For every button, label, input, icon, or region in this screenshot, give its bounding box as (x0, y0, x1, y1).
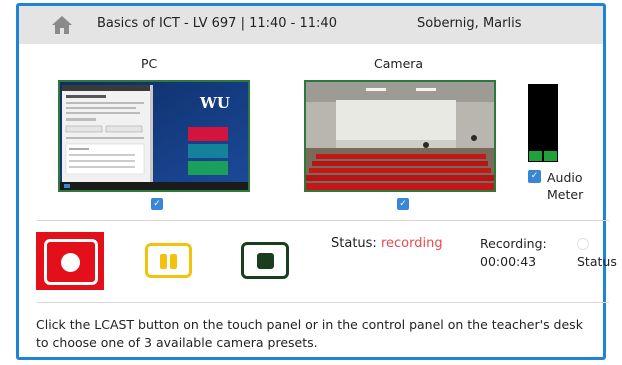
stop-icon (257, 253, 274, 269)
record-button[interactable] (36, 232, 104, 290)
pc-screen-thumbnail: WU (60, 82, 248, 190)
audio-label-line2: Meter (547, 187, 584, 202)
pc-source-checkbox[interactable]: ✓ (151, 198, 163, 210)
pause-button[interactable] (145, 243, 192, 278)
status-indicator-label: Status (577, 254, 617, 269)
audio-meter-label: Audio Meter (547, 169, 583, 203)
pause-icon-bar-left (160, 254, 167, 269)
instructions-text: Click the LCAST button on the touch pane… (36, 317, 583, 350)
audio-label-line1: Audio (547, 170, 583, 185)
audio-meter-checkbox[interactable]: ✓ (528, 170, 541, 183)
pause-icon-bar-right (170, 254, 177, 269)
status-indicator-icon (577, 238, 589, 250)
recording-label: Recording: (480, 236, 547, 251)
camera-source-checkbox[interactable]: ✓ (397, 198, 409, 210)
status-value: recording (380, 236, 443, 251)
audio-meter (528, 84, 558, 162)
record-dot (61, 253, 80, 272)
svg-text:WU: WU (199, 94, 230, 112)
divider-top (37, 220, 609, 221)
pc-source-label: PC (141, 56, 158, 71)
divider-bottom (37, 302, 609, 303)
lecture-capture-panel: Basics of ICT - LV 697 | 11:40 - 11:40 S… (16, 3, 617, 360)
stop-button[interactable] (241, 242, 289, 279)
audio-meter-right-level (544, 151, 557, 161)
camera-source-label: Camera (374, 56, 424, 71)
recording-timer: 00:00:43 (480, 254, 537, 269)
status-label: Status: (331, 236, 377, 251)
recording-status: Status: recording (331, 236, 443, 251)
audio-meter-left-level (529, 151, 542, 161)
camera-preview[interactable] (304, 80, 496, 192)
pc-preview[interactable]: WU (58, 80, 250, 192)
header-bar: Basics of ICT - LV 697 | 11:40 - 11:40 S… (19, 6, 603, 44)
course-title: Basics of ICT - LV 697 | 11:40 - 11:40 (97, 16, 337, 31)
home-icon[interactable] (51, 15, 73, 35)
user-name: Sobernig, Marlis (417, 16, 522, 31)
record-icon (44, 239, 98, 285)
classroom-camera-image (306, 82, 494, 190)
